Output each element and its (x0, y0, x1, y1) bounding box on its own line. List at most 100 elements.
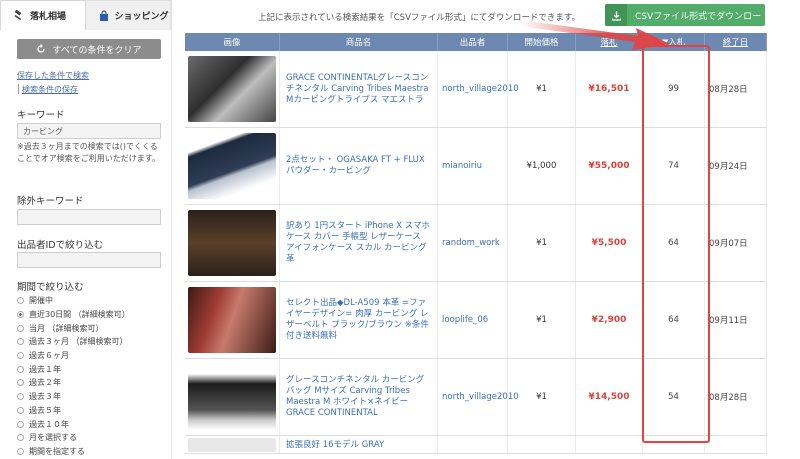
keyword-note: ※過去３ヶ月までの検索では()でくくることでオア検索をご利用いただけます。 (17, 142, 160, 163)
period-option[interactable]: 直近30日間 （詳細検索可） (17, 308, 130, 322)
image-cell (185, 128, 280, 204)
clear-all-conditions-label: すべての条件をクリア (52, 45, 142, 56)
tab-shopping[interactable]: ショッピング (85, 0, 171, 30)
period-option[interactable]: 過去５年 (17, 404, 130, 418)
bids-column-highlight (642, 45, 710, 443)
seller-link[interactable]: looplife_06 (438, 282, 508, 358)
period-option-label: 過去５年 (29, 405, 61, 415)
start-price (508, 436, 576, 453)
product-thumbnail[interactable] (188, 287, 276, 353)
current-price: ¥55,000 (576, 128, 643, 204)
product-thumbnail[interactable] (188, 437, 276, 452)
radio-button[interactable] (17, 420, 24, 428)
header-end-date[interactable]: 終了日 (705, 33, 767, 51)
keyword-label: キーワード (17, 110, 65, 121)
seller-link[interactable]: random_work (438, 205, 508, 281)
radio-button[interactable] (17, 434, 24, 442)
period-option-label: 開催中 (29, 296, 53, 306)
seller-id-input[interactable] (17, 252, 161, 268)
product-thumbnail[interactable] (188, 210, 276, 276)
end-date: 08月28日 (705, 51, 767, 127)
current-price (576, 436, 643, 453)
period-option-label: 過去１年 (29, 364, 61, 374)
radio-button[interactable] (17, 365, 24, 373)
exclude-keyword-input[interactable] (17, 209, 161, 225)
period-option[interactable]: 期間を指定する (17, 445, 130, 459)
seller-link[interactable]: mianoiriu (438, 128, 508, 204)
header-end-date-label[interactable]: 終了日 (723, 36, 749, 48)
end-date (705, 436, 767, 453)
period-option[interactable]: 過去３ヶ月 （詳細検索可） (17, 335, 130, 349)
period-option-label: 当月 （詳細検索可） (29, 323, 104, 333)
tab-shopping-label: ショッピング (114, 12, 169, 22)
clear-all-conditions-button[interactable]: すべての条件をクリア (17, 39, 161, 59)
period-option-label: 直近30日間 （詳細検索可） (29, 310, 130, 320)
header-name: 商品名 (280, 33, 438, 51)
current-price: ¥5,500 (576, 205, 643, 281)
period-option[interactable]: 過去２年 (17, 376, 130, 390)
end-date: 09月24日 (705, 128, 767, 204)
refresh-icon (37, 44, 46, 53)
header-seller: 出品者 (438, 33, 508, 51)
period-label: 期間で絞り込む (17, 282, 84, 293)
product-thumbnail[interactable] (188, 56, 276, 122)
period-option-label: 過去６ヶ月 (29, 351, 69, 361)
period-option[interactable]: 当月 （詳細検索可） (17, 321, 130, 335)
radio-button[interactable] (17, 338, 24, 346)
radio-button[interactable] (17, 406, 24, 414)
seller-link[interactable]: north_village2010 (438, 359, 519, 435)
product-name-link[interactable]: グレースコンチネンタル カービングバッグ Mサイズ Carving Tribes… (280, 359, 438, 435)
period-option-label: 月を選択する (29, 433, 77, 443)
period-option[interactable]: 過去３年 (17, 390, 130, 404)
product-name-link[interactable]: セレクト出品◆DL-A509 本革 =ファイヤーデザイン= 肉厚 カービング レ… (280, 282, 438, 358)
period-option-label: 過去３年 (29, 392, 61, 402)
keyword-input[interactable]: カービング (17, 123, 161, 139)
period-option[interactable]: 過去１年 (17, 362, 130, 376)
period-option-label: 期間を指定する (29, 446, 85, 456)
image-cell (185, 436, 280, 453)
divider (18, 84, 19, 94)
start-price: ¥1 (508, 359, 576, 435)
exclude-keyword-label: 除外キーワード (17, 196, 84, 207)
sidebar: 落札相場 ショッピング すべての条件をクリア 保存した条件で検索 検索条件の保存… (0, 0, 172, 459)
tab-auction-price[interactable]: 落札相場 (0, 0, 86, 30)
product-thumbnail[interactable] (188, 364, 276, 430)
end-date: 09月07日 (705, 205, 767, 281)
header-image: 画像 (185, 33, 280, 51)
product-name-link[interactable]: 2点セット・ OGASAKA FT + FLUX パウダー・カービング (280, 128, 438, 204)
end-date: 08月28日 (705, 359, 767, 435)
image-cell (185, 282, 280, 358)
tab-bar: 落札相場 ショッピング (0, 0, 171, 30)
image-cell (185, 51, 280, 127)
end-date: 09月11日 (705, 282, 767, 358)
product-thumbnail[interactable] (188, 133, 276, 199)
product-name-link[interactable]: GRACE CONTINENTALグレースコンチネンタル Carving Tri… (280, 51, 438, 127)
period-option[interactable]: 過去６ヶ月 (17, 349, 130, 363)
product-name-link[interactable]: 訳あり 1円スタート iPhone X スマホケース カバー 手帳型 レザーケー… (280, 205, 438, 281)
current-price: ¥16,501 (576, 51, 643, 127)
product-name-link[interactable]: 拡張良好 16モデル GRAY (280, 436, 438, 453)
radio-button[interactable] (17, 379, 24, 387)
start-price: ¥1,000 (508, 128, 576, 204)
seller-link[interactable]: north_village2010 (438, 51, 519, 127)
saved-search-link[interactable]: 保存した条件で検索 (17, 70, 89, 81)
period-option-label: 過去１０年 (29, 419, 69, 429)
radio-button[interactable] (17, 297, 24, 305)
radio-button[interactable] (17, 352, 24, 360)
radio-button[interactable] (17, 311, 24, 319)
period-option[interactable]: 開催中 (17, 294, 130, 308)
start-price: ¥1 (508, 51, 576, 127)
current-price: ¥2,900 (576, 282, 643, 358)
shopping-bag-icon (99, 9, 108, 21)
radio-button[interactable] (17, 393, 24, 401)
radio-button[interactable] (17, 324, 24, 332)
save-conditions-link[interactable]: 検索条件の保存 (22, 84, 78, 95)
radio-button[interactable] (17, 447, 24, 455)
annotation-arrow-icon (520, 20, 670, 50)
start-price: ¥1 (508, 205, 576, 281)
period-option[interactable]: 過去１０年 (17, 417, 130, 431)
seller-link[interactable] (438, 436, 508, 453)
gavel-icon (14, 9, 22, 20)
seller-id-label: 出品者IDで絞り込む (17, 240, 104, 251)
period-option[interactable]: 月を選択する (17, 431, 130, 445)
